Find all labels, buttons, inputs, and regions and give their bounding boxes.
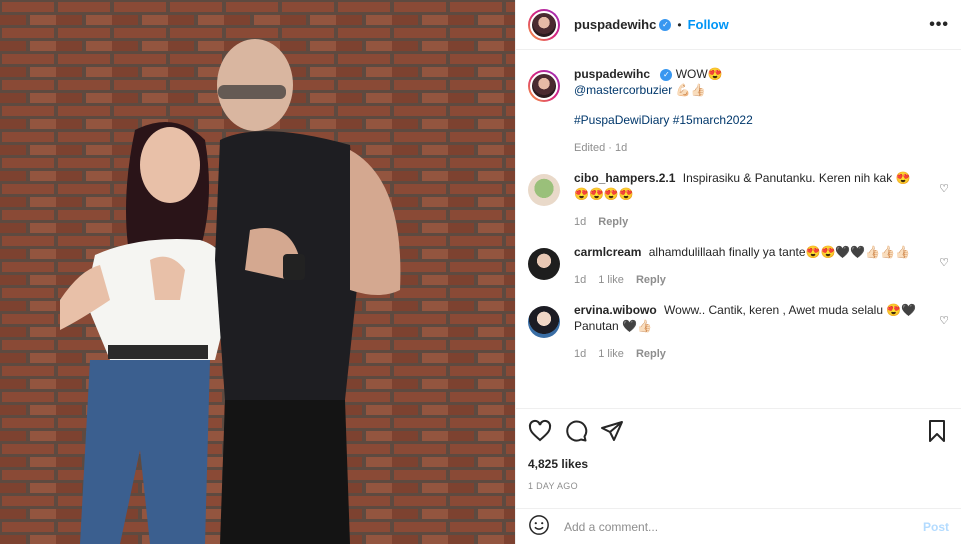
comment-username[interactable]: ervina.wibowo [574,303,657,317]
caption-avatar[interactable] [528,70,560,102]
comment-item: cibo_hampers.2.1 Inspirasiku & Panutanku… [528,170,949,230]
comment-body: carmlcream alhamdulillaah finally ya tan… [574,244,949,288]
comment-item: carmlcream alhamdulillaah finally ya tan… [528,244,949,288]
instagram-post-view: puspadewihc ✓ • Follow ••• puspadewihc ✓… [0,0,961,544]
reply-button[interactable]: Reply [636,346,666,362]
action-icons [528,419,949,445]
more-options-icon[interactable]: ••• [929,16,949,34]
commenter-avatar[interactable] [528,248,560,280]
caption-edited-time: Edited · 1d [574,142,628,154]
comment-like-heart-icon[interactable]: ♡ [939,314,949,327]
comment-like-heart-icon[interactable]: ♡ [939,182,949,195]
reply-button[interactable]: Reply [636,272,666,288]
post-button[interactable]: Post [923,520,949,534]
comment-like-heart-icon[interactable]: ♡ [939,256,949,269]
comment-item: ervina.wibowo Woww.. Cantik, keren , Awe… [528,302,949,362]
author-avatar[interactable] [528,8,560,41]
like-heart-icon[interactable] [528,419,552,446]
comment-composer: Post [516,508,961,544]
follow-button[interactable]: Follow [688,17,729,32]
comment-meta: 1d Reply [574,214,925,230]
post-header: puspadewihc ✓ • Follow ••• [516,0,961,50]
caption-meta: Edited · 1d [574,140,925,156]
reply-button[interactable]: Reply [598,214,628,230]
comment-text: alhamdulillaah finally ya tante😍😍🖤🖤👍🏻👍🏻👍… [648,245,911,259]
verified-badge-icon: ✓ [660,68,673,81]
caption-body: puspadewihc ✓ WOW😍 @mastercorbuzier 💪🏻👍🏻… [574,66,949,156]
caption: puspadewihc ✓ WOW😍 @mastercorbuzier 💪🏻👍🏻… [528,66,949,156]
share-paper-plane-icon[interactable] [600,419,624,446]
verified-badge-icon: ✓ [659,18,672,31]
comment-likes[interactable]: 1 like [598,346,624,362]
add-comment-input[interactable] [564,519,923,534]
caption-hashtags[interactable]: #PuspaDewiDiary #15march2022 [574,112,925,128]
likes-count[interactable]: 4,825 likes [528,457,949,471]
post-sidebar: puspadewihc ✓ • Follow ••• puspadewihc ✓… [515,0,961,544]
comment-bubble-icon[interactable] [564,419,588,446]
commenter-avatar[interactable] [528,306,560,338]
post-photo[interactable] [0,0,515,544]
caption-mention[interactable]: @mastercorbuzier 💪🏻👍🏻 [574,82,925,98]
comments-list[interactable]: puspadewihc ✓ WOW😍 @mastercorbuzier 💪🏻👍🏻… [516,50,961,408]
header-separator: • [677,17,682,32]
comment-time[interactable]: 1d [574,214,586,230]
comment-likes[interactable]: 1 like [598,272,624,288]
commenter-avatar[interactable] [528,174,560,206]
author-username[interactable]: puspadewihc [574,17,656,32]
comment-username[interactable]: carmlcream [574,245,641,259]
post-image [0,0,515,544]
comment-meta: 1d 1 like Reply [574,272,925,288]
comment-username[interactable]: cibo_hampers.2.1 [574,171,675,185]
post-timestamp[interactable]: 1 DAY AGO [528,481,949,491]
post-actions: 4,825 likes 1 DAY AGO [516,408,961,508]
emoji-smiley-icon[interactable] [528,514,550,539]
comment-meta: 1d 1 like Reply [574,346,925,362]
comment-time[interactable]: 1d [574,272,586,288]
bookmark-icon[interactable] [925,419,949,446]
comment-body: cibo_hampers.2.1 Inspirasiku & Panutanku… [574,170,949,230]
caption-username[interactable]: puspadewihc [574,67,650,81]
caption-text: WOW😍 [675,67,723,81]
comment-body: ervina.wibowo Woww.. Cantik, keren , Awe… [574,302,949,362]
comment-time[interactable]: 1d [574,346,586,362]
